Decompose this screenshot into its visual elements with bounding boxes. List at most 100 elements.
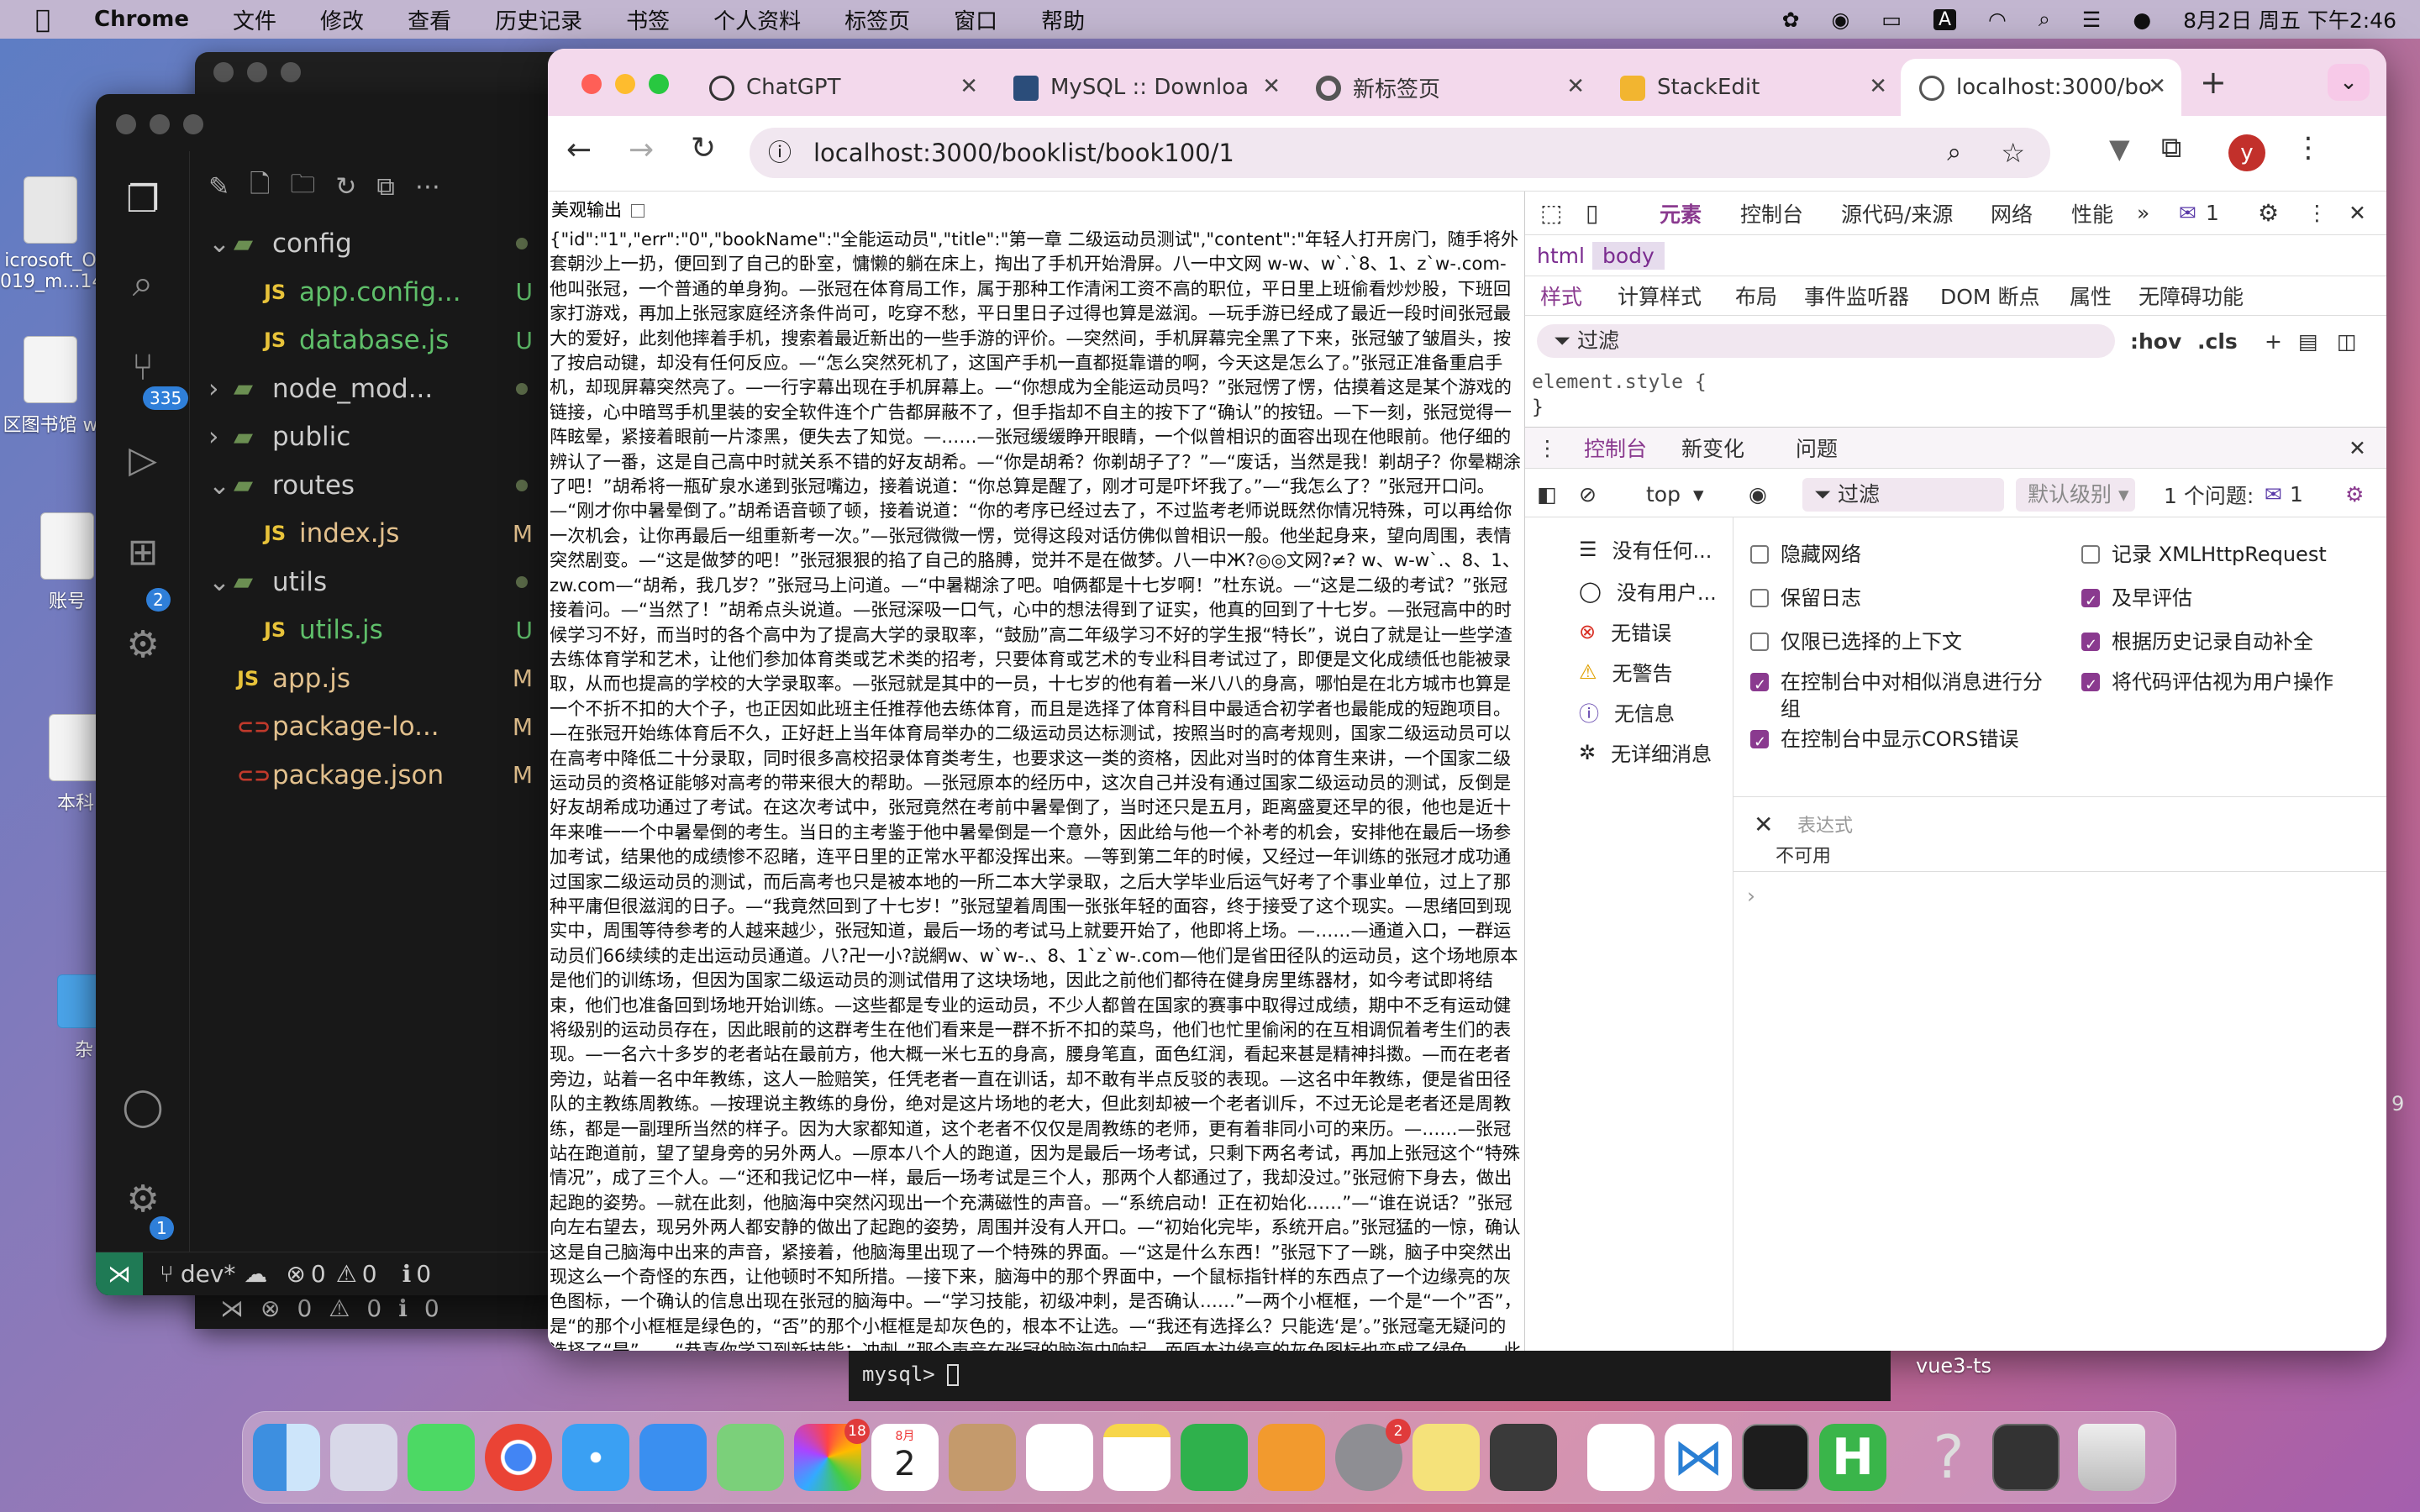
issues-icon[interactable]: ✉ (2265, 482, 2282, 507)
window-close-button[interactable] (213, 62, 234, 82)
file-row[interactable]: JS utils.js U (190, 608, 566, 652)
contacts-icon[interactable] (949, 1424, 1016, 1491)
menu-item-tabs[interactable]: 标签页 (844, 4, 910, 35)
tab-network[interactable]: 网络 (1991, 198, 2033, 228)
help-icon[interactable]: ? (1915, 1424, 1982, 1491)
siri-icon[interactable]: ● (2133, 8, 2151, 32)
chrome-icon[interactable] (485, 1424, 552, 1491)
control-center-icon[interactable]: ☰ (2082, 8, 2101, 32)
window-preview-icon[interactable] (1992, 1424, 2060, 1491)
warning-icon[interactable]: ⚠ (336, 1260, 357, 1288)
drawer-tab-issues[interactable]: 问题 (1796, 433, 1838, 463)
folder-row[interactable]: ⌄ ▰ routes (190, 464, 566, 507)
issues-icon[interactable]: ✉ (2179, 201, 2196, 225)
url-text[interactable]: localhost:3000/booklist/book100/1 (813, 139, 1234, 167)
folder-row[interactable]: › ▰ public (190, 415, 566, 459)
zoom-icon[interactable]: ⌕ (1947, 128, 1961, 178)
new-tab-plus-icon[interactable]: + (2200, 64, 2227, 101)
sidebar-info[interactable]: ⓘ 无信息 (1579, 697, 1675, 727)
cloud-sync-icon[interactable]: ✿ (1782, 8, 1800, 32)
option-checkbox[interactable] (1750, 672, 1769, 699)
chevron-down-icon[interactable]: ⌄ (208, 228, 230, 259)
console-option[interactable]: 保留日志 (1750, 585, 2061, 612)
new-file-icon[interactable]: 🗋 (250, 165, 270, 208)
ports-icon[interactable]: ℹ (398, 1294, 408, 1322)
console-option[interactable]: 在控制台中对相似消息进行分组 (1750, 669, 2061, 722)
tab-sources[interactable]: 源代码/来源 (1841, 198, 1953, 228)
tab-properties[interactable]: 属性 (2070, 281, 2112, 311)
input-method-indicator[interactable]: A (1933, 8, 1957, 30)
window-minimize-button[interactable] (150, 114, 170, 134)
finder-icon[interactable] (253, 1424, 320, 1491)
tab-close-icon[interactable]: ✕ (1869, 74, 1887, 99)
tab-console[interactable]: 控制台 (1740, 198, 1803, 228)
tab-chatgpt[interactable]: ChatGPT ✕ (691, 59, 993, 116)
chrome-window[interactable]: ChatGPT ✕ MySQL :: Downloa ✕ 新标签页 ✕ Stac… (548, 49, 2386, 1351)
devtools-settings-icon[interactable]: ⚙ (2258, 199, 2279, 227)
styles-filter-input[interactable]: ⏷ 过滤 (1537, 324, 2115, 358)
remote-indicator[interactable]: ⋊ (96, 1252, 143, 1295)
breadcrumb-body[interactable]: body (1592, 241, 1665, 270)
context-selector[interactable]: top (1646, 482, 1681, 507)
console-option[interactable]: 及早评估 (2081, 585, 2386, 615)
ports-icon[interactable]: ℹ (402, 1260, 412, 1288)
hov-toggle[interactable]: :hov (2130, 329, 2181, 354)
explorer-icon[interactable]: ❐ (119, 176, 166, 223)
tab-computed[interactable]: 计算样式 (1618, 281, 1702, 311)
sync-icon[interactable]: ☁ (244, 1260, 267, 1288)
battery-icon[interactable]: ▭ (1881, 8, 1902, 32)
tab-close-icon[interactable]: ✕ (1566, 74, 1585, 99)
console-option[interactable]: 仅限已选择的上下文 (1750, 628, 2061, 655)
devtools-close-icon[interactable]: ✕ (2349, 201, 2366, 225)
folder-row[interactable]: ⌄ ▰ config (190, 222, 566, 265)
tab-close-icon[interactable]: ✕ (960, 74, 978, 99)
safari-icon[interactable] (562, 1424, 629, 1491)
window-close-button[interactable] (581, 74, 602, 94)
console-option[interactable]: 隐藏网络 (1750, 541, 2061, 568)
reminders-icon[interactable] (1026, 1424, 1093, 1491)
chevron-right-icon[interactable]: › (208, 422, 218, 452)
tab-dom-breakpoints[interactable]: DOM 断点 (1940, 281, 2039, 311)
issues-badge[interactable]: 1 (2206, 201, 2219, 225)
terminal-icon[interactable] (1742, 1424, 1809, 1491)
window-close-button[interactable] (116, 114, 136, 134)
sidebar-verbose[interactable]: ✲ 无详细消息 (1579, 738, 1712, 767)
drawer-tab-changes[interactable]: 新变化 (1681, 433, 1744, 463)
console-prompt-chevron-icon[interactable]: › (1747, 884, 1755, 908)
log-level-dropdown[interactable]: 默认级别 ▾ (2016, 477, 2135, 512)
clear-console-icon[interactable]: ⊘ (1579, 482, 1597, 507)
reload-icon[interactable]: ↻ (691, 131, 716, 165)
menu-item-view[interactable]: 查看 (408, 4, 451, 35)
remote-icon[interactable]: ⋊ (220, 1294, 244, 1322)
file-row[interactable]: JS index.js M (190, 512, 566, 555)
console-option[interactable]: 将代码评估视为用户操作 (2081, 669, 2386, 699)
file-row[interactable]: JS database.js U (190, 318, 566, 362)
console-filter-input[interactable]: ⏷ 过滤 (1802, 477, 2004, 512)
branch-name[interactable]: dev* (181, 1260, 236, 1288)
option-checkbox[interactable] (1750, 633, 1769, 651)
numbers-icon[interactable] (1181, 1424, 1248, 1491)
option-checkbox[interactable] (1750, 589, 1769, 607)
pages-icon[interactable] (1258, 1424, 1325, 1491)
new-folder-icon[interactable]: 🗀 (290, 165, 315, 208)
console-sidebar-icon[interactable]: ◧ (1537, 482, 1557, 507)
error-icon[interactable]: ⊗ (260, 1294, 280, 1322)
console-option[interactable]: 记录 XMLHttpRequest (2081, 541, 2386, 568)
window-minimize-button[interactable] (247, 62, 267, 82)
folder-row[interactable]: ⌄ ▰ utils (190, 560, 566, 604)
warning-icon[interactable]: ⚠ (329, 1294, 350, 1322)
tab-search-chevron-icon[interactable]: ⌄ (2328, 64, 2370, 101)
sidebar-all-messages[interactable]: ☰ 没有任何... (1579, 534, 1712, 564)
stickies-icon[interactable] (1413, 1424, 1480, 1491)
menubar-clock[interactable]: 8月2日 周五 下午2:46 (2183, 4, 2396, 34)
sublime-text-icon[interactable] (1490, 1424, 1557, 1491)
drawer-close-icon[interactable]: ✕ (2349, 436, 2366, 460)
breadcrumb-html[interactable]: html (1537, 244, 1585, 268)
menu-item-bookmarks[interactable]: 书签 (626, 4, 670, 35)
notes-icon[interactable] (1103, 1424, 1171, 1491)
tab-close-icon[interactable]: ✕ (2148, 74, 2166, 99)
source-control-icon[interactable]: ⑂ (119, 344, 166, 391)
wifi-icon[interactable]: ◠ (1988, 8, 2007, 32)
vscode-icon[interactable]: ⋈ (1665, 1424, 1732, 1491)
menu-item-file[interactable]: 文件 (233, 4, 276, 35)
